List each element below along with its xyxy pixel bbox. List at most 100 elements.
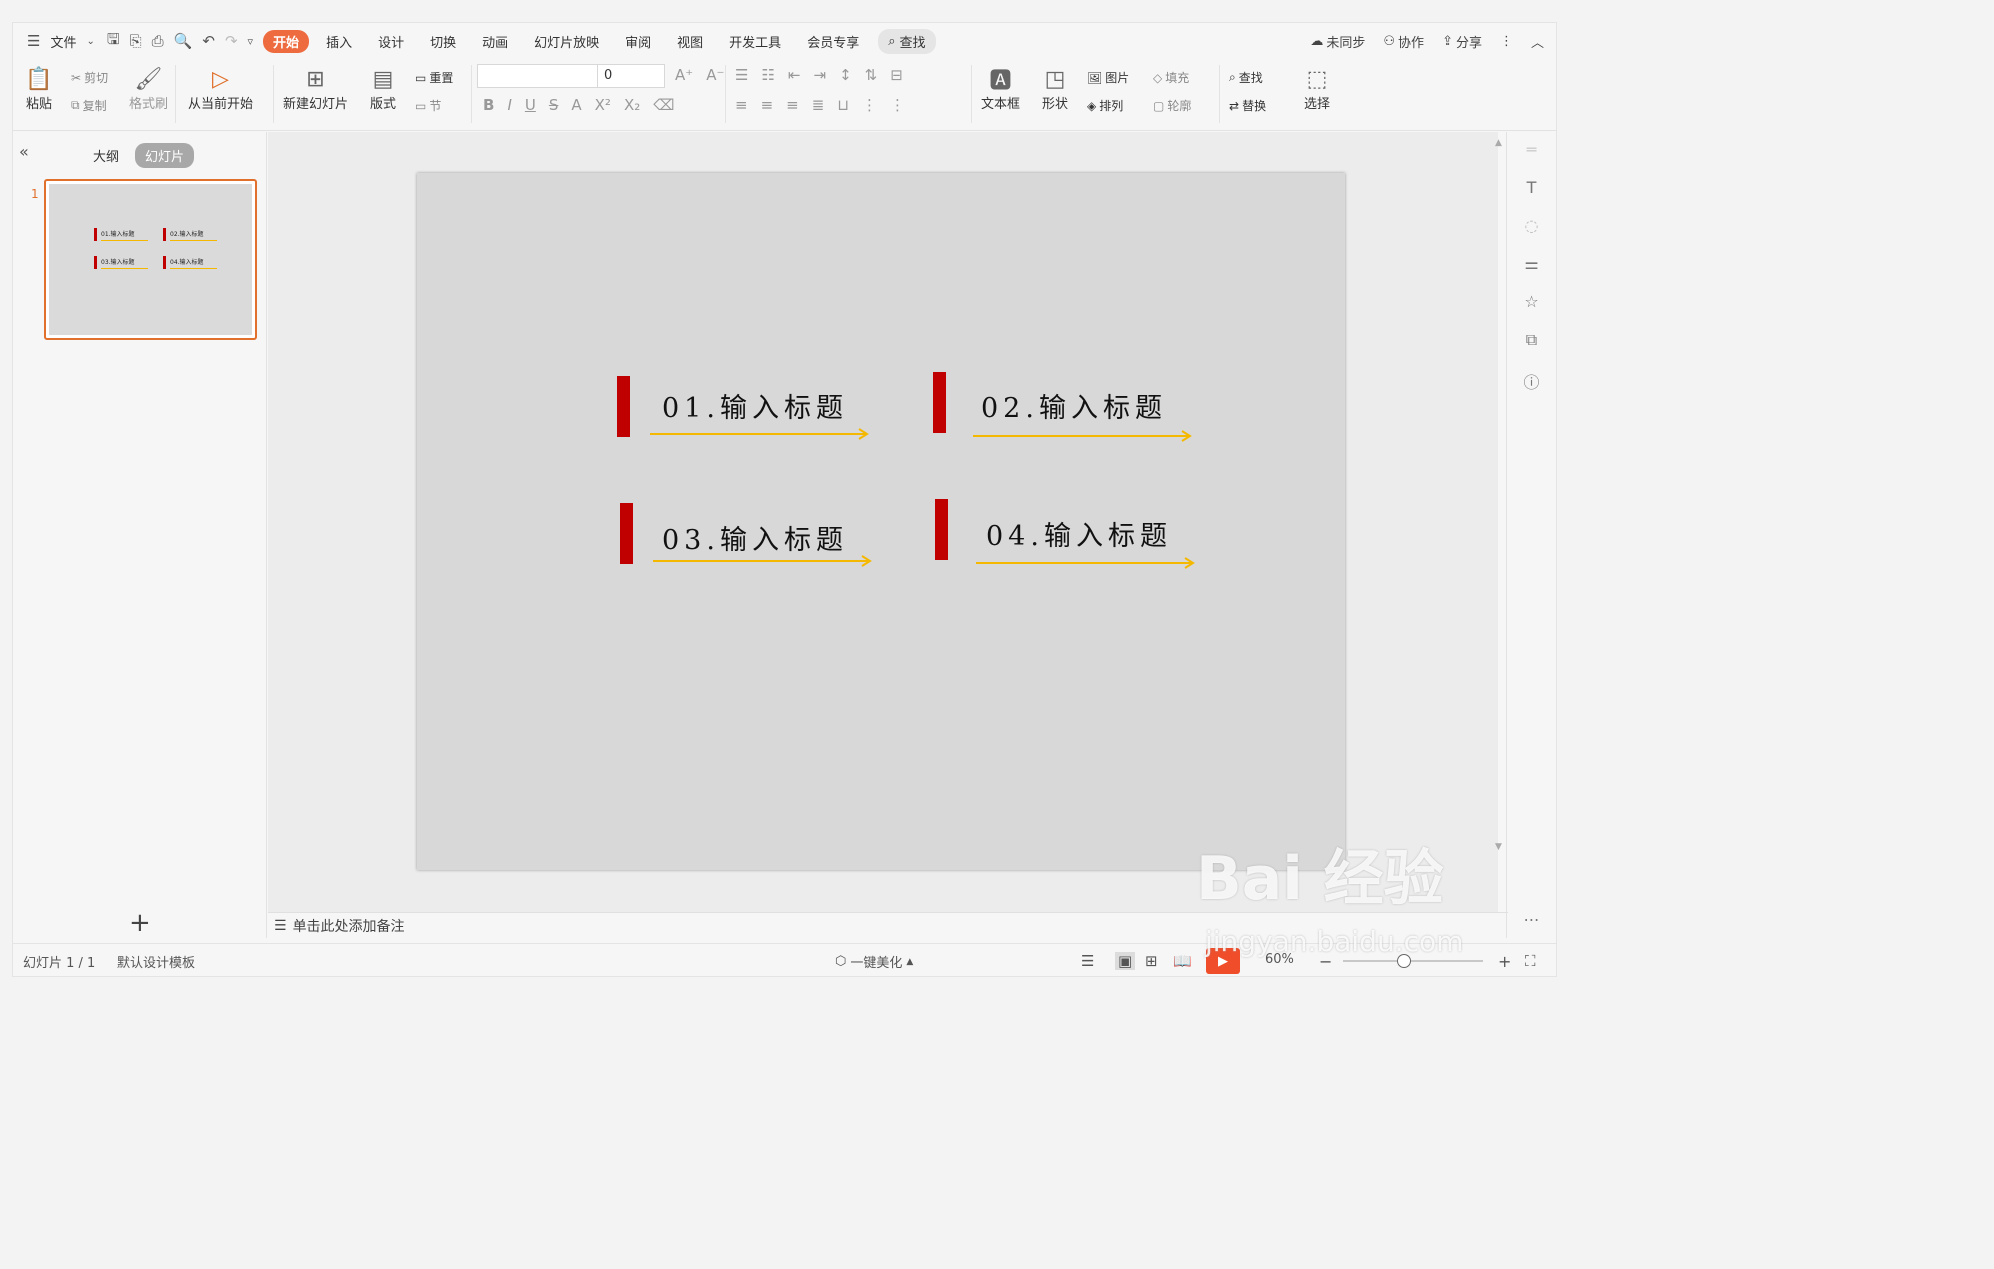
cut-button[interactable]: ✂ 剪切: [71, 69, 108, 86]
arrange-button[interactable]: ◈ 排列: [1087, 97, 1123, 114]
redo-icon[interactable]: ↷: [225, 32, 238, 50]
bulb-icon[interactable]: ◌: [1525, 216, 1539, 235]
select-button[interactable]: ⬚ 选择: [1303, 65, 1331, 113]
tab-animation[interactable]: 动画: [469, 32, 521, 51]
beautify-button[interactable]: ⬡ 一键美化 ▲: [835, 952, 913, 971]
zoom-in-icon[interactable]: +: [1498, 952, 1511, 971]
zoom-slider[interactable]: [1343, 960, 1483, 962]
collab-button[interactable]: ⚇ 协作: [1383, 32, 1424, 51]
tab-home[interactable]: 开始: [263, 29, 310, 53]
tab-insert[interactable]: 插入: [313, 32, 365, 51]
find-button[interactable]: ⌕ 查找: [1229, 69, 1263, 86]
indent-increase-icon[interactable]: ⇥: [813, 66, 826, 84]
tab-transition[interactable]: 切换: [417, 32, 469, 51]
text-icon[interactable]: T: [1527, 178, 1537, 197]
subscript-icon[interactable]: X₂: [624, 96, 640, 114]
font-color-icon[interactable]: A: [571, 96, 581, 114]
layout-button[interactable]: ▤ 版式: [369, 65, 397, 113]
template-name[interactable]: 默认设计模板: [117, 952, 195, 971]
font-size-select[interactable]: 0: [597, 64, 665, 88]
indent-decrease-icon[interactable]: ⇤: [788, 66, 801, 84]
section-button[interactable]: ▭ 节: [415, 97, 441, 114]
more-dots-icon[interactable]: ⋯: [1524, 910, 1540, 929]
bold-icon[interactable]: B: [483, 96, 494, 114]
numbered-list-icon[interactable]: ☷: [761, 66, 774, 84]
share-button[interactable]: ⇪ 分享: [1442, 32, 1482, 51]
from-current-button[interactable]: ▷ 从当前开始: [188, 65, 253, 113]
italic-icon[interactable]: I: [507, 96, 511, 114]
comment-icon[interactable]: ⧉: [1526, 330, 1537, 350]
collapse-ribbon-icon[interactable]: ︿: [1531, 32, 1544, 51]
save-icon[interactable]: 🖫: [107, 29, 120, 54]
new-slide-button[interactable]: ⊞ 新建幻灯片: [283, 65, 348, 113]
slide-sorter-icon[interactable]: ⊞: [1145, 952, 1158, 970]
tab-member[interactable]: 会员专享: [794, 32, 872, 51]
text-align-icon[interactable]: ⊟: [890, 66, 903, 84]
reset-button[interactable]: ▭ 重置: [415, 69, 453, 86]
slide[interactable]: 01.输入标题 02.输入标题 03.输入标题 04.输入标题: [417, 173, 1345, 870]
shape-button[interactable]: ◳ 形状: [1041, 65, 1069, 113]
star-icon[interactable]: ☆: [1524, 292, 1538, 311]
settings-slider-icon[interactable]: ⚌: [1524, 254, 1538, 273]
file-menu[interactable]: ☰ 文件 ⌄: [13, 32, 101, 51]
distribute-icon[interactable]: ⊔: [837, 96, 849, 114]
textbox-button[interactable]: 🅰 文本框: [981, 65, 1020, 112]
superscript-icon[interactable]: X²: [595, 96, 611, 114]
align-center-icon[interactable]: ≡: [761, 96, 774, 114]
tab-design[interactable]: 设计: [365, 32, 417, 51]
customize-icon[interactable]: ▿: [248, 35, 254, 48]
add-slide-button[interactable]: +: [129, 908, 151, 938]
font-name-select[interactable]: [477, 64, 599, 88]
underline-icon[interactable]: U: [525, 96, 536, 114]
strikethrough-icon[interactable]: S: [549, 96, 559, 114]
align-right-icon[interactable]: ≡: [786, 96, 799, 114]
tab-slideshow[interactable]: 幻灯片放映: [521, 32, 612, 51]
more-icon[interactable]: ⋮: [1500, 34, 1513, 49]
tab-slides[interactable]: 幻灯片: [135, 143, 195, 168]
scroll-down-icon[interactable]: ▼: [1495, 842, 1502, 852]
outline-button[interactable]: ▢ 轮廓: [1153, 97, 1191, 114]
search-button[interactable]: ⌕ 查找: [878, 28, 936, 54]
format-painter-button[interactable]: 🖌 格式刷: [129, 65, 168, 113]
help-icon[interactable]: ⓘ: [1523, 369, 1539, 393]
sync-button[interactable]: ☁ 未同步: [1310, 32, 1365, 51]
columns-icon[interactable]: ⋮: [862, 96, 877, 114]
fit-window-icon[interactable]: ⛶: [1525, 952, 1536, 970]
play-circle-icon: ▷: [212, 66, 229, 92]
collapse-panel-icon[interactable]: «: [19, 142, 29, 161]
item-title[interactable]: 03.输入标题: [662, 518, 848, 557]
item-title[interactable]: 01.输入标题: [662, 386, 848, 425]
normal-view-icon[interactable]: ▣: [1115, 952, 1136, 970]
reset-icon: ▭: [415, 70, 427, 85]
eraser-icon[interactable]: ⌫: [653, 96, 674, 114]
picture-button[interactable]: 🖼 图片: [1087, 69, 1129, 86]
vertical-scrollbar[interactable]: ▲ ▼: [1493, 132, 1507, 912]
reading-view-icon[interactable]: 📖: [1173, 952, 1192, 970]
item-title[interactable]: 04.输入标题: [986, 514, 1172, 553]
print-icon[interactable]: ⎙: [152, 32, 164, 50]
slide-thumbnail[interactable]: 01.输入标题 02.输入标题 03.输入标题 04.输入标题: [44, 179, 257, 340]
bullet-list-icon[interactable]: ☰: [735, 66, 748, 84]
print-preview-icon[interactable]: 🔍: [174, 32, 193, 50]
item-title[interactable]: 02.输入标题: [981, 386, 1167, 425]
fill-button[interactable]: ◇ 填充: [1153, 69, 1189, 86]
align-left-icon[interactable]: ≡: [735, 96, 748, 114]
scroll-up-icon[interactable]: ▲: [1495, 138, 1502, 148]
font-grow-icon[interactable]: A⁺: [675, 66, 693, 84]
line-spacing-icon[interactable]: ↕: [839, 66, 852, 84]
copy-button[interactable]: ⧉ 复制: [71, 97, 107, 114]
undo-icon[interactable]: ↶: [202, 32, 215, 50]
tab-review[interactable]: 审阅: [612, 32, 664, 51]
replace-button[interactable]: ⇄ 替换: [1229, 97, 1266, 114]
tab-view[interactable]: 视图: [664, 32, 716, 51]
tab-developer[interactable]: 开发工具: [716, 32, 794, 51]
tab-outline[interactable]: 大纲: [93, 146, 119, 165]
paste-button[interactable]: 📋 粘贴: [25, 65, 53, 113]
font-shrink-icon[interactable]: A⁻: [706, 66, 724, 84]
export-icon[interactable]: ⎘: [130, 32, 142, 50]
spacing-icon[interactable]: ⋮: [890, 96, 905, 114]
text-direction-icon[interactable]: ⇅: [865, 66, 878, 84]
justify-icon[interactable]: ≣: [812, 96, 825, 114]
layout-icon: ▤: [372, 66, 394, 92]
notes-toggle-icon[interactable]: ☰: [1081, 952, 1094, 970]
